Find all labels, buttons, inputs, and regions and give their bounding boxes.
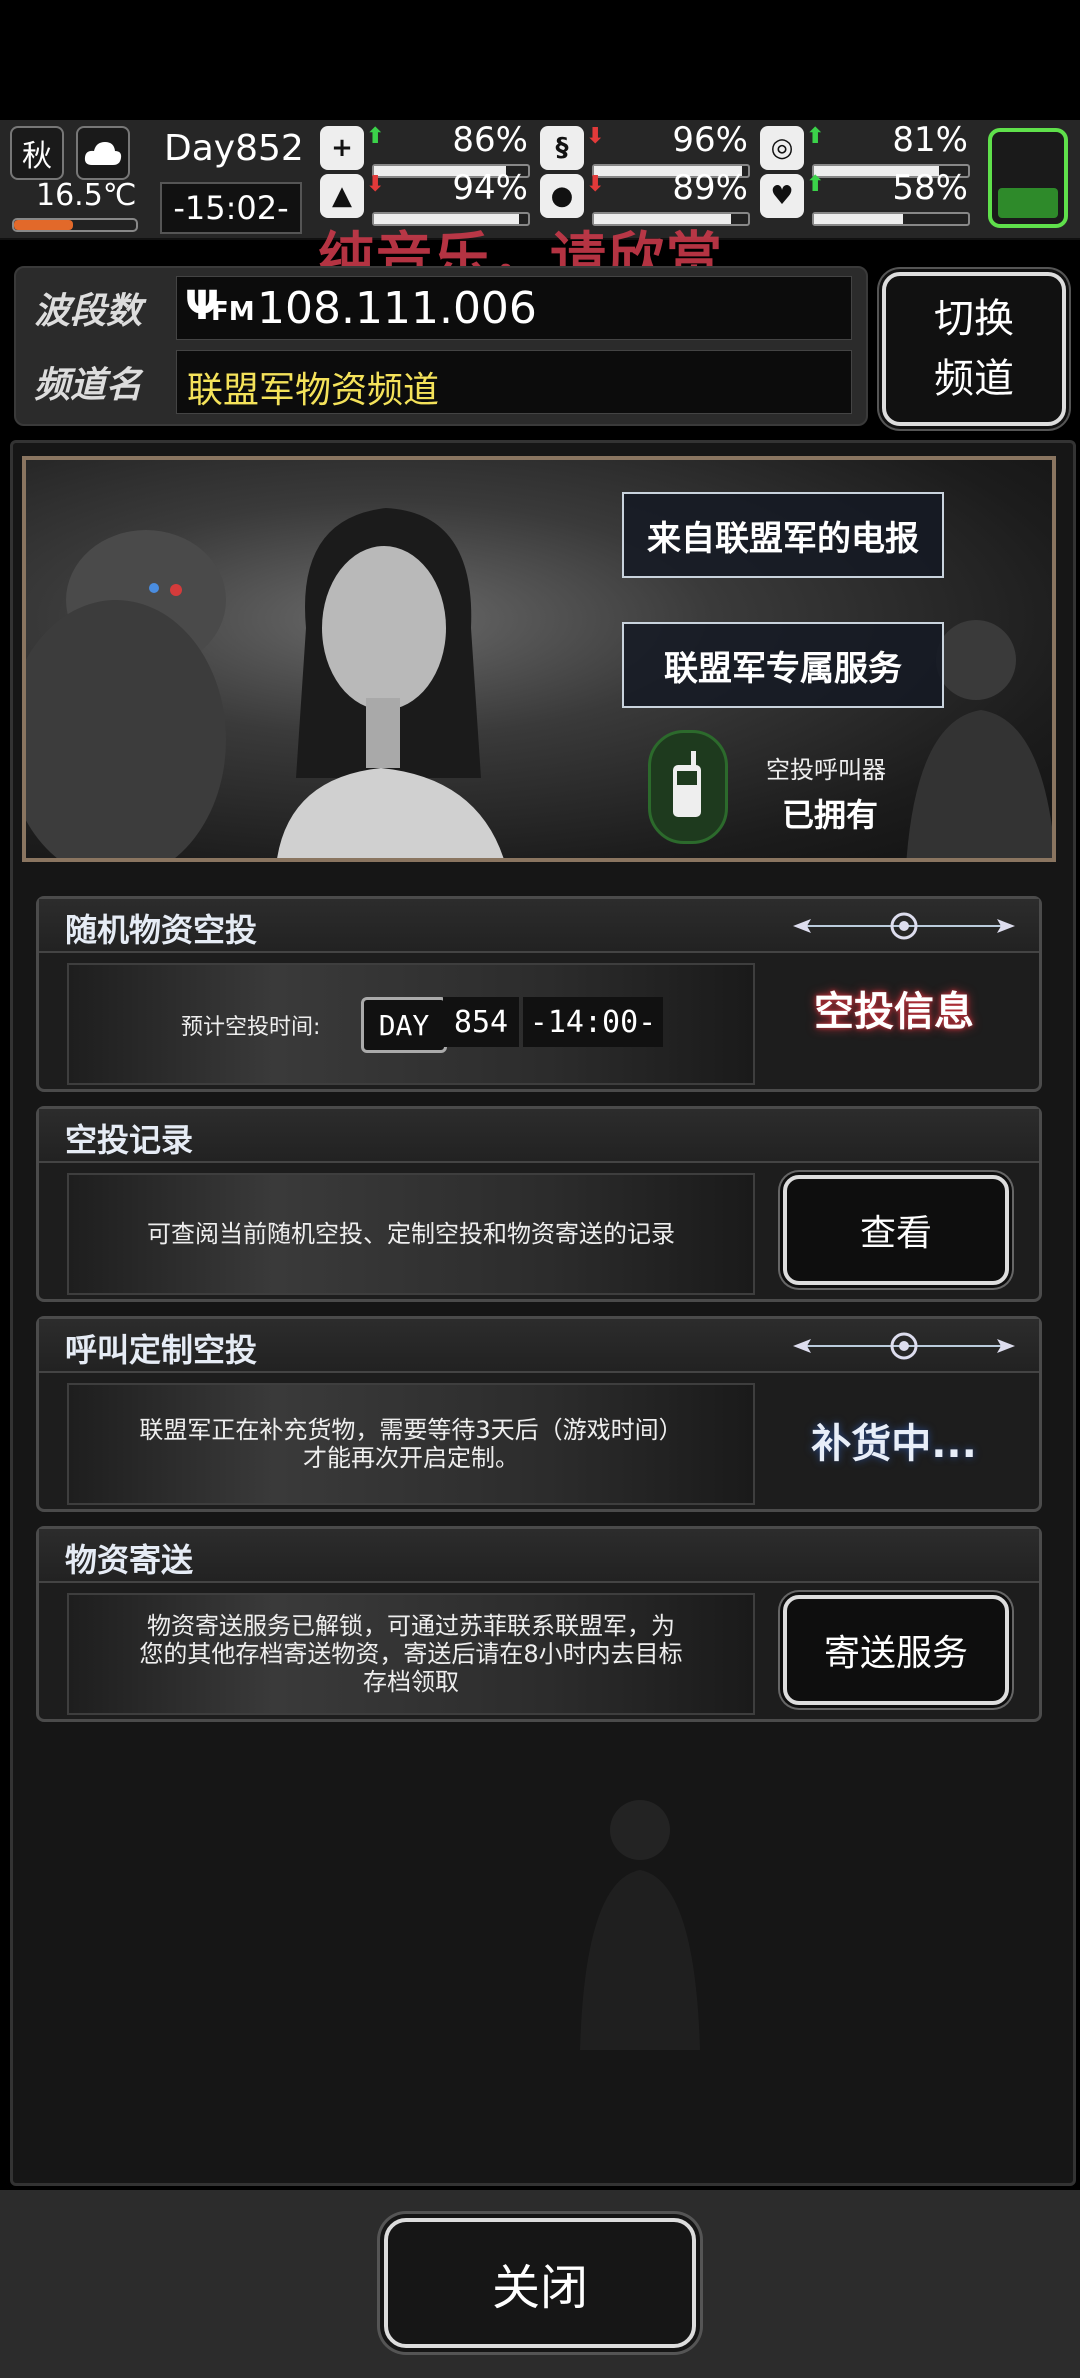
restocking-status: 补货中... (811, 1421, 977, 1467)
view-records-label: 查看 (859, 1213, 932, 1254)
delivery-service-label: 寄送服务 (823, 1633, 968, 1674)
supply-delivery-desc-line3: 存档领取 (363, 1668, 459, 1696)
switch-label-line2: 频道 (934, 356, 1014, 402)
temperature-bar (12, 218, 138, 232)
stomach-icon: § (540, 126, 584, 170)
day-counter: Day852 (164, 128, 304, 169)
view-records-button[interactable]: 查看 (783, 1175, 1009, 1285)
alliance-service-label: 联盟军专属服务 (664, 648, 902, 689)
random-airdrop-title: 随机物资空投 (65, 911, 258, 949)
supply-delivery-desc-line1: 物资寄送服务已解锁，可通过苏菲联系联盟军，为 (147, 1612, 675, 1640)
stat-value: 96% (672, 120, 748, 160)
day-badge-label: DAY (378, 1008, 430, 1042)
supply-delivery-box: 物资寄送服务已解锁，可通过苏菲联系联盟军，为 您的其他存档寄送物资，寄送后请在8… (67, 1593, 755, 1715)
airdrop-time-box: 预计空投时间: DAY 854 -14:00- (67, 963, 755, 1085)
airdrop-record-desc: 可查阅当前随机空投、定制空投和物资寄送的记录 (147, 1220, 675, 1248)
season-label: 秋 (22, 139, 52, 174)
frequency-value: 108.111.006 (257, 283, 537, 334)
airdrop-time-value: -14:00- (529, 1004, 657, 1040)
game-time: -15:02- (173, 189, 289, 227)
game-clock: -15:02- (160, 182, 302, 234)
day-badge: DAY (361, 997, 447, 1053)
sophie-portrait (277, 508, 504, 858)
airdrop-record-box: 可查阅当前随机空投、定制空投和物资寄送的记录 (67, 1173, 755, 1295)
custom-airdrop-section: 呼叫定制空投 联盟军正在补充货物，需要等待3天后（游戏时间） 才能再次开启定制。… (36, 1316, 1042, 1512)
custom-airdrop-box: 联盟军正在补充货物，需要等待3天后（游戏时间） 才能再次开启定制。 (67, 1383, 755, 1505)
water-drop-icon: ● (540, 174, 584, 218)
leg-icon: ▲ (320, 174, 364, 218)
channel-field: 联盟军物资频道 (176, 350, 852, 414)
fm-badge: FM (211, 297, 255, 327)
walkie-talkie-icon (673, 751, 701, 817)
supply-delivery-desc: 物资寄送服务已解锁，可通过苏菲联系联盟军，为 您的其他存档寄送物资，寄送后请在8… (109, 1595, 713, 1713)
supply-delivery-desc-line2: 您的其他存档寄送物资，寄送后请在8小时内去目标 (139, 1640, 683, 1668)
stat-value: 58% (892, 168, 968, 208)
trend-down-icon: ⬇ (366, 172, 385, 197)
supply-delivery-section: 物资寄送 物资寄送服务已解锁，可通过苏菲联系联盟军，为 您的其他存档寄送物资，寄… (36, 1526, 1042, 1722)
close-label: 关闭 (491, 2260, 588, 2316)
stat-value: 86% (452, 120, 528, 160)
alliance-service-button[interactable]: 联盟军专属服务 (622, 622, 944, 708)
stat-bar (812, 212, 970, 226)
survivor-silhouette (580, 1800, 700, 2050)
medkit-icon: + (320, 126, 364, 170)
trend-down-icon: ⬇ (586, 172, 605, 197)
supply-delivery-title: 物资寄送 (65, 1541, 194, 1579)
custom-airdrop-desc-line2: 才能再次开启定制。 (303, 1444, 519, 1472)
custom-airdrop-desc: 联盟军正在补充货物，需要等待3天后（游戏时间） 才能再次开启定制。 (109, 1385, 713, 1503)
stat-value: 81% (892, 120, 968, 160)
alliance-telegram-button[interactable]: 来自联盟军的电报 (622, 492, 944, 578)
airdrop-info-button[interactable]: 空投信息 (779, 979, 1009, 1037)
custom-airdrop-title: 呼叫定制空投 (65, 1331, 258, 1369)
close-button[interactable]: 关闭 (384, 2218, 696, 2348)
heart-icon: ♥ (760, 174, 804, 218)
trend-down-icon: ⬇ (586, 124, 605, 149)
switch-channel-button[interactable]: 切换 频道 (882, 272, 1066, 426)
stat-value: 89% (672, 168, 748, 208)
airdrop-caller-label: 空投呼叫器 (766, 756, 886, 784)
airdrop-record-section: 空投记录 可查阅当前随机空投、定制空投和物资寄送的记录 查看 (36, 1106, 1042, 1302)
trend-up-icon: ⬆ (366, 124, 385, 149)
random-airdrop-section: 随机物资空投 预计空投时间: DAY 854 -14:00- 空投信息 (36, 896, 1042, 1092)
battery-indicator (988, 128, 1068, 228)
pill-icon: ◎ (760, 126, 804, 170)
custom-airdrop-desc-line1: 联盟军正在补充货物，需要等待3天后（游戏时间） (139, 1416, 683, 1444)
airdrop-time: -14:00- (523, 997, 663, 1047)
channel-name: 联盟军物资频道 (187, 370, 440, 411)
airdrop-record-title: 空投记录 (65, 1121, 194, 1159)
season-indicator: 秋 (10, 126, 64, 180)
trend-up-icon: ⬆ (806, 124, 825, 149)
airplane-radar-icon (793, 1332, 1015, 1360)
temperature: 16.5℃ (36, 178, 137, 213)
trend-up-icon: ⬆ (806, 172, 825, 197)
frequency-field: Ψ FM 108.111.006 (176, 276, 852, 340)
cloud-weather-icon (76, 126, 130, 180)
frequency-label: 波段数 (34, 291, 143, 332)
airdrop-day-value: 854 (453, 1004, 509, 1040)
delivery-service-button[interactable]: 寄送服务 (783, 1595, 1009, 1705)
alliance-telegram-label: 来自联盟军的电报 (647, 518, 919, 559)
switch-label-line1: 切换 (934, 296, 1014, 342)
stat-value: 94% (452, 168, 528, 208)
stat-mood: ♥ ⬆ 58% (760, 168, 970, 226)
airplane-radar-icon (793, 912, 1015, 940)
airdrop-day: 854 (443, 997, 519, 1047)
expected-airdrop-label: 预计空投时间: (181, 1015, 321, 1040)
airdrop-caller-badge (648, 730, 728, 844)
airdrop-caller-status: 已拥有 (782, 796, 879, 834)
alliance-banner: 来自联盟军的电报 联盟军专属服务 空投呼叫器 已拥有 (22, 456, 1056, 862)
channel-label: 频道名 (34, 365, 143, 406)
